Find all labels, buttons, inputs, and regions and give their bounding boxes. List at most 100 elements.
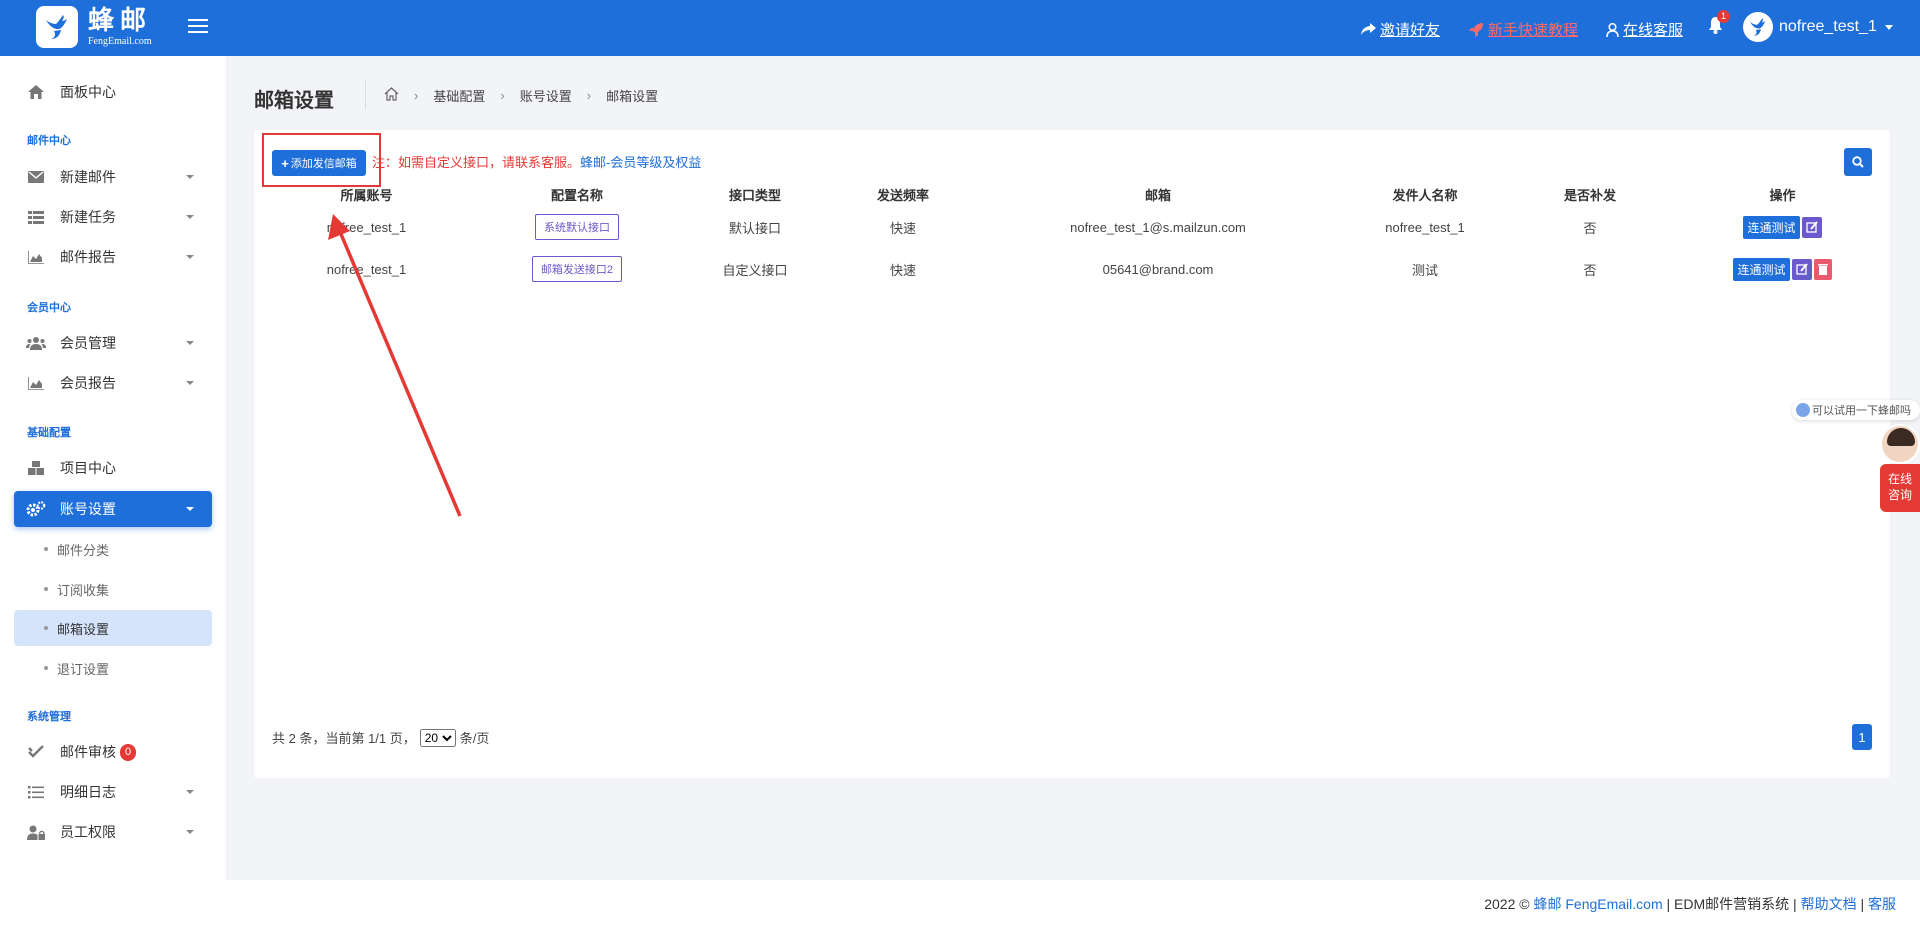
cell-type: 默认接口 [728, 220, 781, 236]
sidebar-item-label: 新建任务 [60, 209, 116, 225]
sidebar-item-label: 员工权限 [60, 824, 116, 840]
area-chart-icon [26, 376, 46, 390]
page-number-button[interactable]: 1 [1852, 724, 1872, 750]
section-member-center: 会员中心 [27, 302, 71, 314]
logo-subtext: FengEmail.com [88, 35, 152, 47]
top-bar: 蜂邮 FengEmail.com 邀请好友 新手快速教程 在线客服 1 nofr… [0, 0, 1920, 56]
column-header: 发件人名称 [1392, 187, 1458, 203]
online-service-label: 在线客服 [1623, 22, 1684, 39]
sidebar-subitem-label: 邮箱设置 [57, 621, 110, 637]
invite-friends-link[interactable]: 邀请好友 [1361, 19, 1440, 40]
review-count-badge: 0 [120, 743, 137, 761]
chat-tooltip[interactable]: 可以试用一下蜂邮吗 [1792, 400, 1920, 420]
list-icon [26, 210, 46, 224]
tutorial-label: 新手快速教程 [1488, 22, 1579, 39]
sidebar-item-member-report[interactable]: 会员报告 [14, 365, 212, 401]
section-system-manage: 系统管理 [27, 711, 71, 723]
table-header-row: 所属账号 配置名称 接口类型 发送频率 邮箱 发件人名称 是否补发 操作 [254, 182, 1890, 206]
column-header: 是否补发 [1563, 187, 1616, 203]
cell-email: nofree_test_1@s.mailzun.com [1070, 219, 1246, 235]
online-service-link[interactable]: 在线客服 [1606, 19, 1683, 40]
sidebar-item-member-manage[interactable]: 会员管理 [14, 325, 212, 361]
home-icon[interactable] [384, 87, 399, 104]
user-lock-icon [26, 825, 46, 840]
page-title: 邮箱设置 [254, 90, 334, 112]
consult-label-2: 咨询 [1887, 488, 1912, 502]
page-size-select[interactable]: 20 [419, 728, 456, 747]
config-name-tag[interactable]: 邮箱发送接口2 [531, 256, 623, 282]
connection-test-button[interactable]: 连通测试 [1743, 215, 1800, 239]
avatar [1743, 12, 1773, 42]
cell-sender: 测试 [1411, 262, 1438, 278]
sidebar-item-project-center[interactable]: 项目中心 [14, 450, 212, 486]
help-docs-link[interactable]: 帮助文档 [1801, 896, 1857, 912]
service-link[interactable]: 客服 [1868, 896, 1896, 912]
consult-tab: 在线 咨询 [1880, 464, 1920, 512]
cell-account: nofree_test_1 [326, 261, 407, 277]
sidebar-item-account-settings[interactable]: 账号设置 [14, 491, 212, 527]
edit-button[interactable] [1791, 258, 1812, 280]
chevron-right-icon: › [586, 88, 592, 103]
cell-frequency: 快速 [889, 262, 916, 278]
sidebar-item-label: 明细日志 [60, 784, 116, 800]
sidebar-subitem-mail-category[interactable]: 邮件分类 [14, 531, 212, 567]
sidebar-item-mail-report[interactable]: 邮件报告 [14, 239, 212, 275]
rocket-icon [1469, 23, 1483, 37]
tutorial-link[interactable]: 新手快速教程 [1469, 19, 1578, 40]
sidebar-subitem-mailbox[interactable]: 邮箱设置 [14, 610, 212, 646]
chevron-down-icon [186, 830, 194, 834]
gears-icon [26, 501, 46, 517]
delete-button[interactable] [1813, 258, 1832, 280]
footer-text: 2022 © 蜂邮 FengEmail.com | EDM邮件营销系统 | 帮助… [1484, 896, 1896, 912]
mailbox-table: 所属账号 配置名称 接口类型 发送频率 邮箱 发件人名称 是否补发 操作 nof… [254, 182, 1890, 290]
breadcrumb-item[interactable]: 基础配置 [433, 86, 485, 105]
sidebar-item-detail-log[interactable]: 明细日志 [14, 774, 212, 810]
sidebar-item-label: 新建邮件 [60, 169, 116, 185]
search-button[interactable] [1844, 148, 1872, 176]
sidebar-subitem-subscribe[interactable]: 订阅收集 [14, 571, 212, 607]
sidebar-item-label: 账号设置 [60, 501, 116, 517]
area-chart-icon [26, 250, 46, 264]
envelope-icon [26, 171, 46, 183]
notification-bell[interactable]: 1 [1707, 10, 1731, 37]
sidebar-item-staff-permission[interactable]: 员工权限 [14, 814, 212, 850]
column-header: 操作 [1769, 187, 1796, 203]
sidebar: 面板中心 邮件中心 新建邮件 新建任务 邮件报告 会员中心 会员管理 会员报告 … [0, 56, 226, 936]
brand-link[interactable]: 蜂邮 FengEmail.com [1533, 896, 1662, 912]
menu-toggle-icon[interactable] [188, 16, 208, 36]
bird-logo-icon [36, 6, 78, 48]
username: nofree_test_1 [1779, 18, 1877, 35]
chevron-down-icon [186, 215, 194, 219]
membership-link[interactable]: 蜂邮-会员等级及权益 [580, 155, 701, 170]
section-mail-center: 邮件中心 [27, 135, 71, 147]
sidebar-item-new-mail[interactable]: 新建邮件 [14, 159, 212, 195]
connection-test-button[interactable]: 连通测试 [1733, 257, 1790, 281]
sidebar-item-label: 邮件审核 [60, 744, 116, 760]
sidebar-item-mail-review[interactable]: 邮件审核 0 [14, 734, 212, 770]
content-card: + 添加发信邮箱 注：如需自定义接口，请联系客服。蜂邮-会员等级及权益 所属账号… [254, 130, 1890, 778]
sidebar-item-new-task[interactable]: 新建任务 [14, 199, 212, 235]
column-header: 发送频率 [876, 187, 929, 203]
list-icon [26, 785, 46, 799]
logo[interactable]: 蜂邮 FengEmail.com [36, 6, 152, 48]
sidebar-item-label: 项目中心 [60, 460, 116, 476]
pagination-info: 共 2 条，当前第 1/1 页， 20 条/页 [272, 728, 489, 747]
table-row: nofree_test_1 邮箱发送接口2 自定义接口 快速 05641@bra… [254, 248, 1890, 290]
breadcrumb-item[interactable]: 账号设置 [520, 86, 572, 105]
double-check-icon [26, 745, 46, 759]
users-icon [26, 336, 46, 350]
breadcrumb: › 基础配置 › 账号设置 › 邮箱设置 [384, 86, 658, 105]
sidebar-item-label: 会员报告 [60, 375, 116, 391]
online-consult-widget[interactable]: 在线 咨询 [1880, 424, 1920, 512]
share-icon [1361, 23, 1376, 35]
page-size-unit: 条/页 [459, 731, 490, 746]
chat-tooltip-text: 可以试用一下蜂邮吗 [1812, 405, 1911, 417]
cell-actions: 连通测试 [1675, 248, 1890, 290]
user-menu[interactable]: nofree_test_1 [1743, 12, 1893, 42]
edit-icon [1805, 220, 1818, 233]
sidebar-item-dashboard[interactable]: 面板中心 [14, 74, 212, 110]
search-icon [1852, 156, 1864, 168]
config-name-tag[interactable]: 系统默认接口 [535, 214, 619, 240]
edit-button[interactable] [1801, 216, 1822, 238]
sidebar-subitem-unsubscribe[interactable]: 退订设置 [14, 650, 212, 686]
